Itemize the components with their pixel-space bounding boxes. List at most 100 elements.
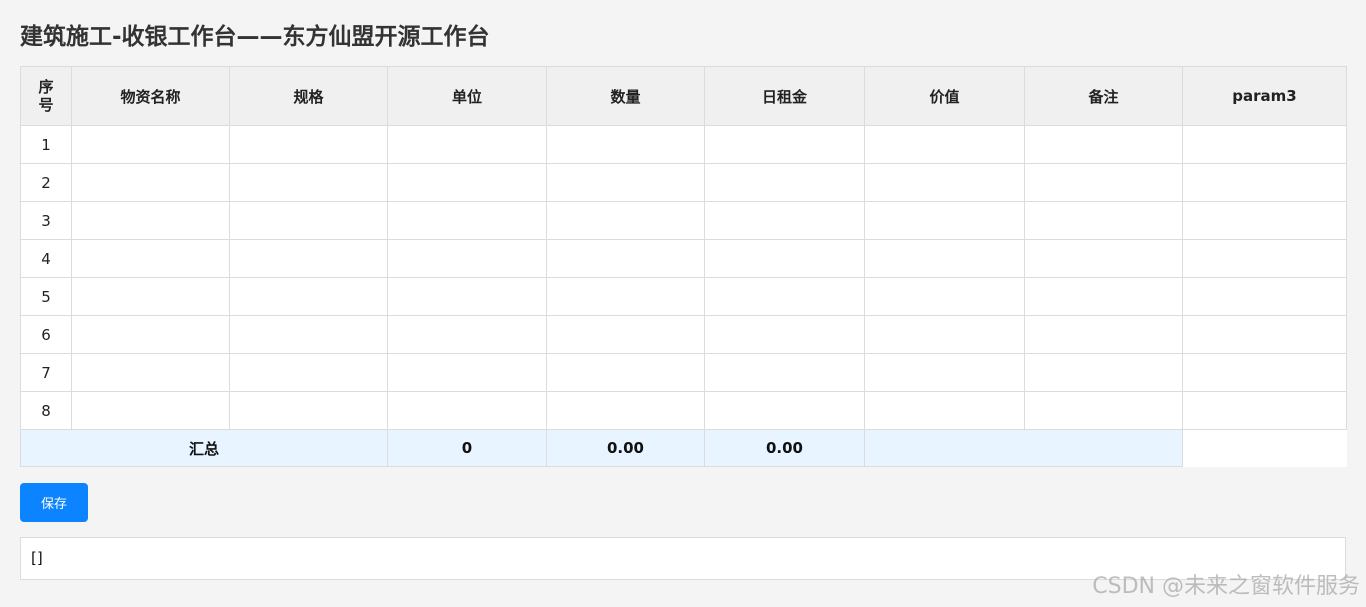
summary-row: 汇总 0 0.00 0.00 bbox=[20, 429, 1347, 467]
cell-param3[interactable] bbox=[1182, 239, 1347, 278]
cell-remark[interactable] bbox=[1024, 353, 1183, 392]
table-row: 3 bbox=[20, 201, 1347, 240]
cell-spec[interactable] bbox=[229, 201, 388, 240]
table-row: 8 bbox=[20, 391, 1347, 430]
cell-value[interactable] bbox=[864, 239, 1025, 278]
cell-remark[interactable] bbox=[1024, 277, 1183, 316]
table-row: 6 bbox=[20, 315, 1347, 354]
cell-param3[interactable] bbox=[1182, 391, 1347, 430]
header-value: 价值 bbox=[864, 66, 1025, 126]
summary-daily-rent: 0.00 bbox=[546, 429, 705, 467]
cell-spec[interactable] bbox=[229, 163, 388, 202]
header-unit: 单位 bbox=[387, 66, 547, 126]
row-seq: 7 bbox=[20, 353, 72, 392]
table-row: 7 bbox=[20, 353, 1347, 392]
cell-param3[interactable] bbox=[1182, 315, 1347, 354]
header-daily-rent: 日租金 bbox=[704, 66, 865, 126]
cell-unit[interactable] bbox=[387, 201, 547, 240]
row-seq: 6 bbox=[20, 315, 72, 354]
cell-remark[interactable] bbox=[1024, 125, 1183, 164]
cell-qty[interactable] bbox=[546, 201, 705, 240]
cell-qty[interactable] bbox=[546, 163, 705, 202]
row-seq: 8 bbox=[20, 391, 72, 430]
cell-name[interactable] bbox=[71, 163, 230, 202]
cell-param3[interactable] bbox=[1182, 201, 1347, 240]
cell-name[interactable] bbox=[71, 391, 230, 430]
cell-value[interactable] bbox=[864, 201, 1025, 240]
cell-remark[interactable] bbox=[1024, 201, 1183, 240]
cell-param3[interactable] bbox=[1182, 163, 1347, 202]
summary-value: 0.00 bbox=[704, 429, 865, 467]
save-button[interactable]: 保存 bbox=[20, 483, 88, 522]
header-remark: 备注 bbox=[1024, 66, 1183, 126]
cell-unit[interactable] bbox=[387, 239, 547, 278]
table-body: 12345678 bbox=[20, 125, 1347, 430]
cell-spec[interactable] bbox=[229, 353, 388, 392]
summary-label: 汇总 bbox=[20, 429, 388, 467]
summary-quantity: 0 bbox=[387, 429, 547, 467]
cell-value[interactable] bbox=[864, 163, 1025, 202]
table-row: 4 bbox=[20, 239, 1347, 278]
cell-spec[interactable] bbox=[229, 239, 388, 278]
cell-value[interactable] bbox=[864, 391, 1025, 430]
cell-qty[interactable] bbox=[546, 277, 705, 316]
cell-qty[interactable] bbox=[546, 125, 705, 164]
cell-unit[interactable] bbox=[387, 277, 547, 316]
cell-name[interactable] bbox=[71, 125, 230, 164]
table-row: 1 bbox=[20, 125, 1347, 164]
table-row: 2 bbox=[20, 163, 1347, 202]
cell-unit[interactable] bbox=[387, 353, 547, 392]
cell-spec[interactable] bbox=[229, 277, 388, 316]
cell-value[interactable] bbox=[864, 315, 1025, 354]
cell-qty[interactable] bbox=[546, 315, 705, 354]
cell-name[interactable] bbox=[71, 201, 230, 240]
cell-remark[interactable] bbox=[1024, 391, 1183, 430]
cell-remark[interactable] bbox=[1024, 239, 1183, 278]
header-seq-line2: 号 bbox=[38, 96, 54, 114]
row-seq: 5 bbox=[20, 277, 72, 316]
cell-name[interactable] bbox=[71, 277, 230, 316]
cell-param3[interactable] bbox=[1182, 277, 1347, 316]
cell-daily-rent[interactable] bbox=[704, 201, 865, 240]
cell-qty[interactable] bbox=[546, 353, 705, 392]
cell-daily-rent[interactable] bbox=[704, 391, 865, 430]
cell-qty[interactable] bbox=[546, 239, 705, 278]
cell-spec[interactable] bbox=[229, 125, 388, 164]
cell-name[interactable] bbox=[71, 353, 230, 392]
row-seq: 3 bbox=[20, 201, 72, 240]
cell-daily-rent[interactable] bbox=[704, 163, 865, 202]
cell-unit[interactable] bbox=[387, 391, 547, 430]
page: 建筑施工-收银工作台——东方仙盟开源工作台 序 号 物资名称 规格 单位 数量 bbox=[0, 0, 1366, 607]
cell-value[interactable] bbox=[864, 277, 1025, 316]
cell-name[interactable] bbox=[71, 239, 230, 278]
page-title: 建筑施工-收银工作台——东方仙盟开源工作台 bbox=[20, 24, 490, 50]
cell-daily-rent[interactable] bbox=[704, 315, 865, 354]
cell-qty[interactable] bbox=[546, 391, 705, 430]
header-material-name: 物资名称 bbox=[71, 66, 230, 126]
cell-param3[interactable] bbox=[1182, 353, 1347, 392]
cell-daily-rent[interactable] bbox=[704, 125, 865, 164]
header-seq-line1: 序 bbox=[38, 78, 54, 96]
cell-daily-rent[interactable] bbox=[704, 277, 865, 316]
cell-value[interactable] bbox=[864, 353, 1025, 392]
cell-remark[interactable] bbox=[1024, 315, 1183, 354]
header-quantity: 数量 bbox=[546, 66, 705, 126]
cell-remark[interactable] bbox=[1024, 163, 1183, 202]
header-spec: 规格 bbox=[229, 66, 388, 126]
cell-value[interactable] bbox=[864, 125, 1025, 164]
watermark: CSDN @未来之窗软件服务 bbox=[1092, 574, 1360, 599]
materials-table: 序 号 物资名称 规格 单位 数量 日租金 价值 备注 param3 12345… bbox=[20, 66, 1347, 467]
cell-daily-rent[interactable] bbox=[704, 353, 865, 392]
cell-param3[interactable] bbox=[1182, 125, 1347, 164]
cell-daily-rent[interactable] bbox=[704, 239, 865, 278]
cell-spec[interactable] bbox=[229, 391, 388, 430]
cell-unit[interactable] bbox=[387, 315, 547, 354]
cell-unit[interactable] bbox=[387, 163, 547, 202]
header-seq: 序 号 bbox=[20, 66, 72, 126]
cell-unit[interactable] bbox=[387, 125, 547, 164]
row-seq: 4 bbox=[20, 239, 72, 278]
cell-name[interactable] bbox=[71, 315, 230, 354]
cell-spec[interactable] bbox=[229, 315, 388, 354]
row-seq: 1 bbox=[20, 125, 72, 164]
header-param3: param3 bbox=[1182, 66, 1347, 126]
